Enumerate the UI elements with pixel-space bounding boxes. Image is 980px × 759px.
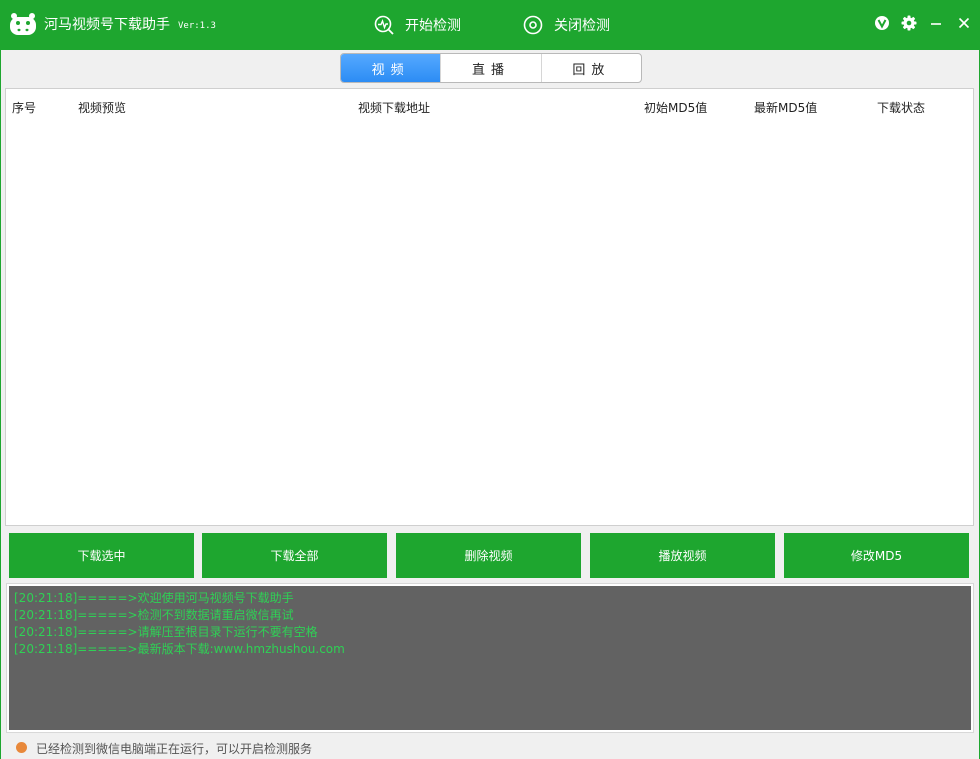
monitor-wave-icon: [374, 15, 394, 35]
log-line: [20:21:18]=====>请解压至根目录下运行不要有空格: [14, 625, 318, 639]
category-tabs: 视频 直播 回放: [340, 53, 642, 83]
start-detect-label: 开始检测: [405, 18, 461, 34]
vip-button[interactable]: [873, 14, 891, 32]
gear-icon: [901, 15, 917, 31]
video-table[interactable]: 序号 视频预览 视频下载地址 初始MD5值 最新MD5值 下载状态: [5, 88, 974, 526]
log-output: [20:21:18]=====>欢迎使用河马视频号下载助手 [20:21:18]…: [9, 586, 971, 730]
tab-live[interactable]: 直播: [441, 54, 542, 82]
log-line: [20:21:18]=====>最新版本下载:www.hmzhushou.com: [14, 642, 345, 656]
close-icon: [958, 17, 970, 29]
column-header-url: 视频下载地址: [358, 101, 431, 115]
tab-replay[interactable]: 回放: [542, 54, 641, 82]
minimize-icon: [931, 23, 941, 25]
column-header-latest-md5: 最新MD5值: [754, 101, 818, 115]
modify-md5-button[interactable]: 修改MD5: [784, 533, 969, 578]
status-bar: 已经检测到微信电脑端正在运行，可以开启检测服务: [0, 737, 978, 759]
play-video-button[interactable]: 播放视频: [590, 533, 775, 578]
close-button[interactable]: [955, 14, 973, 32]
download-all-button[interactable]: 下载全部: [202, 533, 387, 578]
app-title: 河马视频号下载助手: [44, 17, 170, 33]
log-panel[interactable]: [20:21:18]=====>欢迎使用河马视频号下载助手 [20:21:18]…: [6, 583, 974, 733]
column-header-status: 下载状态: [877, 101, 926, 115]
delete-video-button[interactable]: 删除视频: [396, 533, 581, 578]
log-line: [20:21:18]=====>欢迎使用河马视频号下载助手: [14, 591, 294, 605]
minimize-button[interactable]: [927, 14, 945, 32]
download-selected-button[interactable]: 下载选中: [9, 533, 194, 578]
column-header-preview: 视频预览: [78, 101, 127, 115]
status-text: 已经检测到微信电脑端正在运行，可以开启检测服务: [36, 742, 313, 756]
action-button-row: 下载选中 下载全部 删除视频 播放视频 修改MD5: [9, 533, 969, 578]
version-label: Ver:1.3: [178, 21, 216, 31]
hippo-logo-icon: [10, 13, 36, 35]
stop-circle-icon: [523, 15, 543, 35]
tab-video[interactable]: 视频: [341, 54, 442, 82]
settings-button[interactable]: [900, 14, 918, 32]
title-bar: 河马视频号下载助手 Ver:1.3 开始检测 关闭检测: [0, 0, 980, 50]
status-indicator-icon: [16, 742, 27, 753]
stop-detect-button[interactable]: 关闭检测: [522, 14, 610, 36]
log-line: [20:21:18]=====>检测不到数据请重启微信再试: [14, 608, 294, 622]
start-detect-button[interactable]: 开始检测: [373, 14, 461, 36]
stop-detect-label: 关闭检测: [554, 18, 610, 34]
column-header-initial-md5: 初始MD5值: [644, 101, 708, 115]
column-header-index: 序号: [12, 101, 37, 115]
v-badge-icon: [875, 16, 889, 30]
